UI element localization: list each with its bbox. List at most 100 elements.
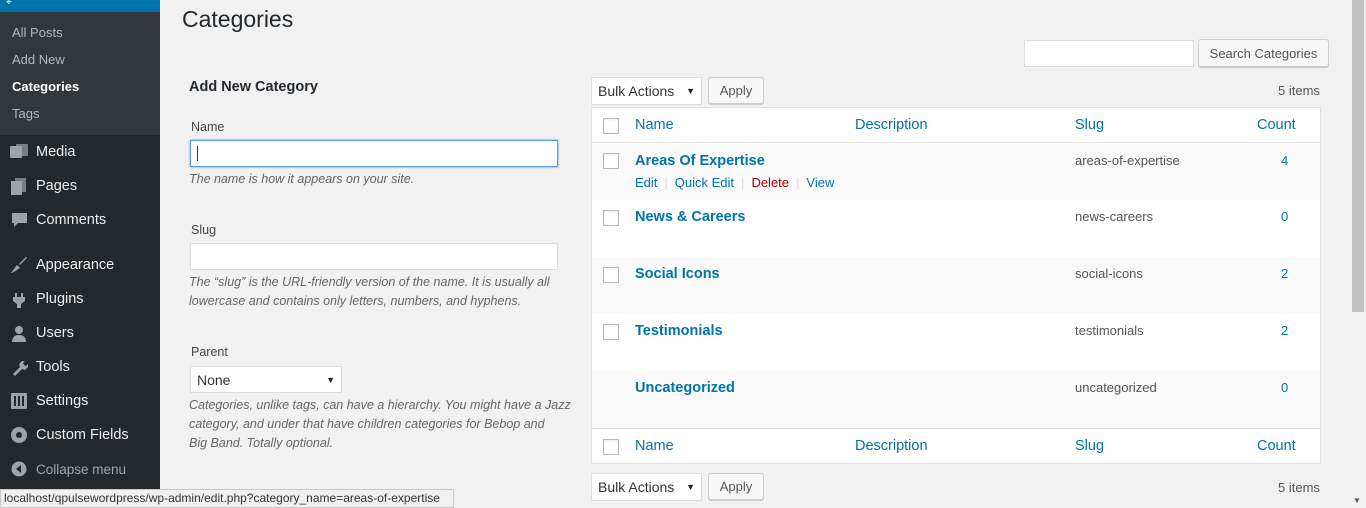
bulk-actions-value: Bulk Actions — [598, 479, 675, 495]
column-header-description[interactable]: Description — [855, 117, 928, 133]
table-row: Social Icons social-icons 2 — [592, 257, 1320, 314]
category-count-link[interactable]: 0 — [1281, 380, 1288, 395]
category-slug: news-careers — [1075, 209, 1154, 224]
apply-button-bottom[interactable]: Apply — [708, 473, 764, 500]
users-icon — [8, 323, 30, 343]
parent-description-line1: Categories, unlike tags, can have a hier… — [189, 398, 571, 412]
column-footer-description[interactable]: Description — [855, 438, 928, 454]
menu-tools[interactable]: Tools — [0, 350, 160, 384]
table-row: Testimonials testimonials 2 — [592, 314, 1320, 371]
table-row: Areas Of Expertise areas-of-expertise 4 … — [592, 144, 1320, 200]
view-link[interactable]: View — [806, 175, 834, 190]
category-count-link[interactable]: 0 — [1281, 209, 1288, 224]
row-checkbox[interactable] — [603, 267, 619, 283]
category-count-link[interactable]: 2 — [1281, 266, 1288, 281]
appearance-icon — [8, 255, 30, 275]
tools-icon — [8, 357, 30, 377]
category-name-link[interactable]: Areas Of Expertise — [635, 153, 765, 169]
name-input[interactable] — [190, 140, 558, 167]
menu-media[interactable]: Media — [0, 135, 160, 169]
menu-plugins-label: Plugins — [36, 291, 84, 307]
column-footer-name[interactable]: Name — [635, 438, 674, 454]
submenu-add-new[interactable]: Add New — [12, 52, 65, 67]
categories-table: Name Description Slug Count Areas Of Exp… — [591, 107, 1321, 464]
submenu-tags[interactable]: Tags — [12, 106, 39, 121]
menu-tools-label: Tools — [36, 359, 70, 375]
menu-custom-fields-label: Custom Fields — [36, 427, 129, 443]
slug-description-line2: lowercase and contains only letters, num… — [189, 294, 522, 308]
category-slug: areas-of-expertise — [1075, 153, 1180, 168]
admin-sidebar: ⌖ All Posts Add New Categories Tags Medi… — [0, 0, 160, 508]
name-description: The name is how it appears on your site. — [189, 172, 415, 186]
row-checkbox[interactable] — [603, 324, 619, 340]
menu-comments-label: Comments — [36, 212, 107, 228]
posts-submenu: All Posts Add New Categories Tags — [0, 12, 160, 135]
category-count-link[interactable]: 2 — [1281, 323, 1288, 338]
column-header-name[interactable]: Name — [635, 117, 674, 133]
quick-edit-link[interactable]: Quick Edit — [675, 175, 734, 190]
table-row: Uncategorized uncategorized 0 — [592, 371, 1320, 428]
menu-settings[interactable]: Settings — [0, 384, 160, 418]
menu-appearance[interactable]: Appearance — [0, 248, 160, 282]
menu-pages[interactable]: Pages — [0, 169, 160, 203]
column-header-slug[interactable]: Slug — [1075, 117, 1104, 133]
pin-icon: ⌖ — [6, 0, 12, 8]
menu-users[interactable]: Users — [0, 316, 160, 350]
menu-plugins[interactable]: Plugins — [0, 282, 160, 316]
bulk-actions-select-bottom[interactable]: Bulk Actions ▼ — [591, 473, 702, 501]
category-name-link[interactable]: Social Icons — [635, 266, 720, 282]
posts-menu-header[interactable]: ⌖ — [0, 0, 160, 12]
select-all-checkbox-footer[interactable] — [603, 439, 619, 455]
column-footer-slug[interactable]: Slug — [1075, 438, 1104, 454]
category-name-link[interactable]: News & Careers — [635, 209, 745, 225]
slug-description-line1: The “slug” is the URL-friendly version o… — [189, 275, 550, 289]
dropdown-arrow-icon: ▼ — [686, 86, 695, 96]
pages-icon — [8, 176, 30, 196]
slug-label: Slug — [191, 223, 217, 237]
delete-link[interactable]: Delete — [751, 175, 789, 190]
collapse-icon — [8, 459, 30, 479]
items-count-top: 5 items — [1278, 83, 1320, 98]
scrollbar-thumb[interactable] — [1352, 0, 1364, 312]
parent-description-line3: Big Band. Totally optional. — [189, 436, 334, 450]
custom-fields-icon — [8, 425, 30, 445]
menu-pages-label: Pages — [36, 178, 78, 194]
collapse-menu-button[interactable]: Collapse menu — [0, 452, 160, 486]
column-header-count[interactable]: Count — [1257, 117, 1296, 133]
category-count-link[interactable]: 4 — [1281, 153, 1288, 168]
add-new-category-heading: Add New Category — [189, 79, 318, 95]
row-actions: Edit | Quick Edit | Delete | View — [635, 175, 834, 190]
dropdown-arrow-icon: ▼ — [326, 374, 335, 385]
slug-input[interactable] — [190, 243, 558, 270]
separator: | — [796, 175, 800, 190]
row-checkbox[interactable] — [603, 153, 619, 169]
parent-select-value: None — [197, 371, 231, 388]
search-categories-button[interactable]: Search Categories — [1198, 39, 1329, 67]
apply-button-top[interactable]: Apply — [708, 77, 764, 104]
separator: | — [664, 175, 668, 190]
table-footer-row: Name Description Slug Count — [592, 428, 1320, 463]
page-title: Categories — [182, 6, 294, 32]
bulk-actions-select-top[interactable]: Bulk Actions ▼ — [591, 77, 702, 105]
search-categories-input[interactable] — [1024, 40, 1194, 67]
category-name-link[interactable]: Testimonials — [635, 323, 723, 339]
browser-status-bar: localhost/qpulsewordpress/wp-admin/edit.… — [0, 489, 454, 508]
category-name-link[interactable]: Uncategorized — [635, 380, 735, 396]
parent-select[interactable]: None ▼ — [190, 366, 342, 393]
select-all-checkbox[interactable] — [603, 118, 619, 134]
submenu-all-posts[interactable]: All Posts — [12, 25, 63, 40]
column-footer-count[interactable]: Count — [1257, 438, 1296, 454]
row-checkbox[interactable] — [603, 210, 619, 226]
menu-settings-label: Settings — [36, 393, 89, 409]
submenu-categories[interactable]: Categories — [12, 79, 79, 94]
edit-link[interactable]: Edit — [635, 175, 657, 190]
menu-comments[interactable]: Comments — [0, 203, 160, 237]
plugins-icon — [8, 289, 30, 309]
table-row: News & Careers news-careers 0 — [592, 200, 1320, 257]
dropdown-arrow-icon: ▼ — [686, 482, 695, 492]
scroll-down-arrow-icon[interactable]: ▼ — [1353, 496, 1361, 505]
table-header-row: Name Description Slug Count — [592, 108, 1320, 143]
menu-custom-fields[interactable]: Custom Fields — [0, 418, 160, 452]
media-icon — [8, 142, 30, 162]
category-slug: testimonials — [1075, 323, 1144, 338]
